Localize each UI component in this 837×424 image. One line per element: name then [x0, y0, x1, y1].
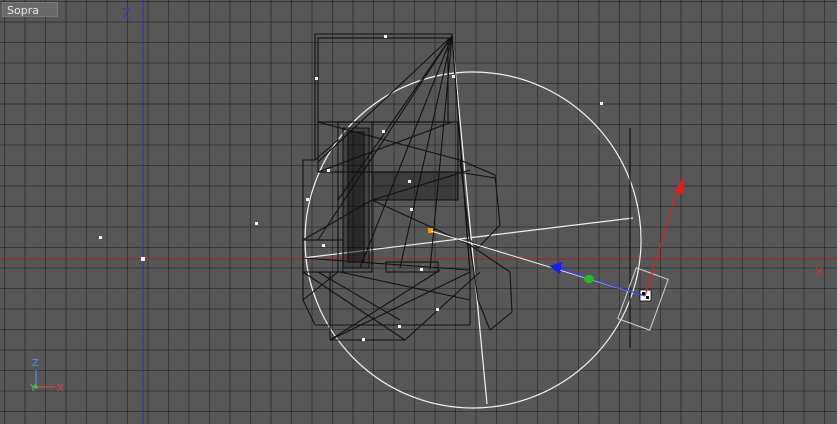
gizmo-z-label: Z [32, 358, 39, 369]
z-axis-label: Z [122, 7, 131, 22]
orientation-gizmo-icon: Z Y X [26, 356, 74, 400]
origin-point [141, 257, 145, 261]
scene-canvas[interactable] [0, 0, 837, 424]
view-name-label[interactable]: Sopra [2, 2, 58, 17]
target-point-icon[interactable] [428, 228, 433, 233]
arrow-green-handle[interactable] [584, 275, 594, 283]
gizmo-x-label: X [57, 383, 64, 394]
cone-cross-line [451, 35, 488, 405]
arrow-blue-axis[interactable] [559, 268, 646, 297]
camera-icon[interactable] [617, 267, 669, 331]
viewport-top-view[interactable]: Sopra Z X Z Y X [0, 0, 837, 424]
x-axis-label: X [815, 265, 824, 279]
gizmo-y-label: Y [30, 383, 37, 394]
arrow-red-axis[interactable] [644, 183, 680, 297]
wireframe-model[interactable] [302, 33, 513, 341]
